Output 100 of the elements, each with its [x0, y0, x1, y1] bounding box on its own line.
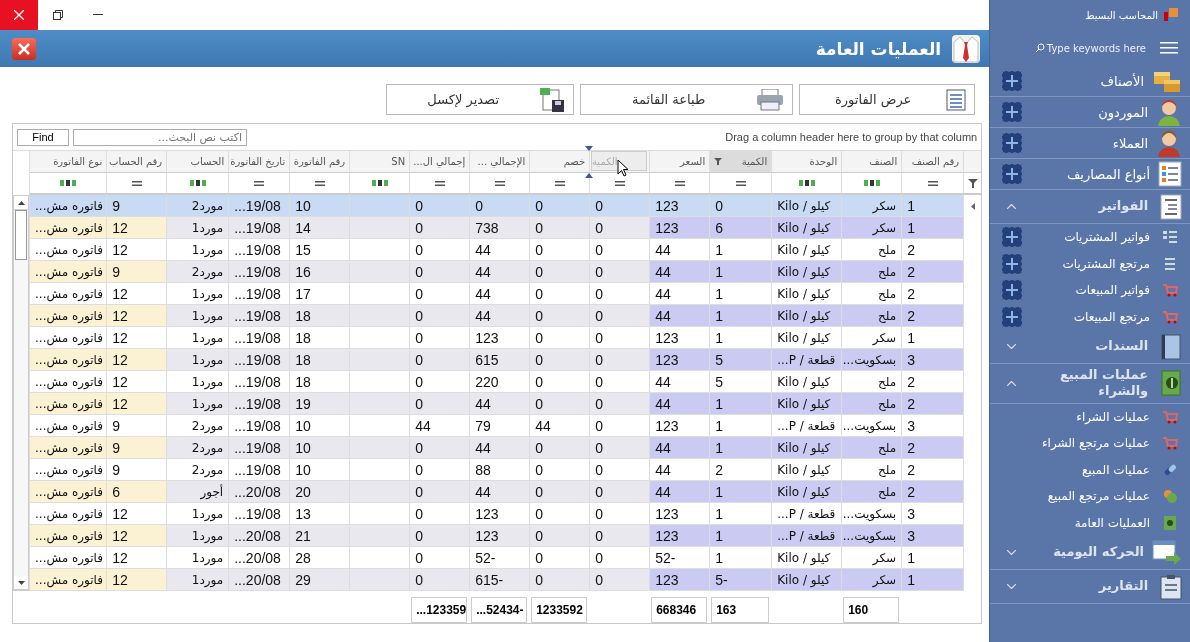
sidebar-item[interactable]: الموردون: [990, 97, 1190, 128]
table-cell: 9: [106, 261, 167, 283]
filter-cell[interactable]: [469, 173, 530, 195]
toolbar-button[interactable]: طباعة القائمة: [580, 84, 794, 115]
column-header[interactable]: الإجمالي ...: [469, 151, 530, 173]
table-cell: [349, 195, 410, 217]
filter-cell[interactable]: [228, 173, 290, 195]
filter-cell[interactable]: [29, 173, 107, 195]
column-header[interactable]: الصنف: [841, 151, 902, 173]
sidebar-item[interactable]: فواتير المشتريات: [990, 224, 1190, 251]
column-header[interactable]: SN: [349, 151, 410, 173]
sidebar-group[interactable]: الفواتير: [990, 190, 1190, 224]
sidebar-group[interactable]: التقارير: [990, 570, 1190, 604]
table-cell: 0: [589, 525, 650, 547]
table-cell: 0: [529, 217, 590, 239]
plus-icon: [1006, 168, 1019, 180]
table-cell: 123: [649, 525, 710, 547]
column-header[interactable]: الحساب: [166, 151, 229, 173]
table-cell: 0: [529, 393, 590, 415]
table-cell: فاتوره مش...: [29, 525, 107, 547]
restore-icon: [53, 10, 63, 20]
scroll-up-button[interactable]: [14, 196, 28, 210]
table-cell: 1: [901, 195, 964, 217]
column-header[interactable]: رقم الحساب: [106, 151, 167, 173]
column-header[interactable]: الوحدة: [771, 151, 842, 173]
table-cell: كيلو / Kilo: [771, 217, 842, 239]
table-cell: 0: [409, 195, 470, 217]
sidebar-item[interactable]: الأصناف: [990, 66, 1190, 97]
add-button[interactable]: [1002, 133, 1023, 153]
chevron-down-icon: [1006, 344, 1016, 349]
scrollbar[interactable]: [13, 195, 29, 591]
filter-cell[interactable]: [589, 173, 650, 195]
menu-icon[interactable]: [1160, 42, 1178, 54]
sidebar-group[interactable]: الحركه اليومية: [990, 536, 1190, 570]
sidebar-item[interactable]: عمليات الشراء: [990, 403, 1190, 430]
filter-cell[interactable]: [709, 173, 772, 195]
table-cell: [349, 393, 410, 415]
table-cell: 1: [709, 481, 772, 503]
close-button[interactable]: [12, 37, 36, 60]
sidebar-item[interactable]: عمليات المبيع: [990, 456, 1190, 483]
search-field[interactable]: Type keywords here: [1034, 42, 1146, 54]
column-header[interactable]: خصم: [529, 151, 590, 173]
filter-cell[interactable]: [771, 173, 842, 195]
sidebar-item[interactable]: مرتجع المبيعات: [990, 303, 1190, 330]
sidebar-group[interactable]: السندات: [990, 330, 1190, 364]
scroll-thumb[interactable]: [15, 210, 27, 260]
column-header[interactable]: نوع الفاتورة: [29, 151, 107, 173]
table-cell: 44: [469, 305, 530, 327]
sidebar-item[interactable]: مرتجع المشتريات: [990, 250, 1190, 277]
table-cell: مورد2: [166, 437, 229, 459]
cart-icon: [1162, 409, 1178, 424]
filter-cell[interactable]: [166, 173, 229, 195]
add-button[interactable]: [1002, 164, 1023, 184]
sidebar-item[interactable]: عمليات مرتجع الشراء: [990, 430, 1190, 457]
filter-cell[interactable]: [106, 173, 167, 195]
column-header[interactable]: الكمية: [709, 151, 772, 173]
filter-cell[interactable]: [901, 173, 964, 195]
sidebar-item[interactable]: العملاء: [990, 128, 1190, 159]
shirt-tie-icon: [951, 33, 982, 64]
table-cell: 0: [589, 481, 650, 503]
filter-icon[interactable]: [967, 178, 978, 188]
filter-cell[interactable]: [841, 173, 902, 195]
add-button[interactable]: [1002, 280, 1023, 301]
sidebar-item[interactable]: العمليات العامة: [990, 509, 1190, 536]
sidebar-item[interactable]: فواتير المبيعات: [990, 277, 1190, 304]
filter-cell[interactable]: [409, 173, 470, 195]
table-cell: 1: [709, 525, 772, 547]
table-cell: 123: [469, 525, 530, 547]
filter-cell[interactable]: [529, 173, 590, 195]
drop-marker-icon: [585, 146, 593, 151]
window-arrow-icon: [1152, 539, 1182, 566]
table-cell: 2: [901, 393, 964, 415]
toolbar-button[interactable]: عرض الفاتورة: [799, 84, 976, 115]
add-button[interactable]: [1002, 253, 1023, 274]
column-header[interactable]: تاريخ الفاتورة: [228, 151, 290, 173]
table-cell: 12: [106, 569, 167, 591]
toolbar-button[interactable]: تصدير لإكسل: [386, 84, 575, 115]
table-cell: 0: [409, 481, 470, 503]
column-header[interactable]: إجمالي ال...: [409, 151, 470, 173]
add-button[interactable]: [1002, 71, 1023, 91]
column-header[interactable]: رقم الفاتورة: [289, 151, 350, 173]
add-button[interactable]: [1002, 102, 1023, 122]
add-button[interactable]: [1002, 227, 1023, 248]
filter-cell[interactable]: [289, 173, 350, 195]
coin-icon: [1163, 489, 1177, 504]
table-cell: 44: [469, 261, 530, 283]
sidebar-group[interactable]: عمليات المبيع والشراء: [990, 364, 1190, 404]
search-field[interactable]: اكتب نص البحث...: [73, 128, 247, 146]
filter-cell[interactable]: [349, 173, 410, 195]
scroll-down-button[interactable]: [14, 576, 28, 590]
sidebar-item[interactable]: عمليات مرتجع المبيع: [990, 483, 1190, 510]
filter-icon[interactable]: [714, 158, 723, 165]
add-button[interactable]: [1002, 306, 1023, 327]
cart-icon: [1162, 309, 1178, 324]
find-button[interactable]: Find: [17, 128, 69, 146]
table-cell: 44: [649, 437, 710, 459]
sidebar-item[interactable]: أنواع المصاريف: [990, 159, 1190, 190]
column-header[interactable]: رقم الصنف: [901, 151, 964, 173]
column-header[interactable]: السعر: [649, 151, 710, 173]
filter-cell[interactable]: [649, 173, 710, 195]
